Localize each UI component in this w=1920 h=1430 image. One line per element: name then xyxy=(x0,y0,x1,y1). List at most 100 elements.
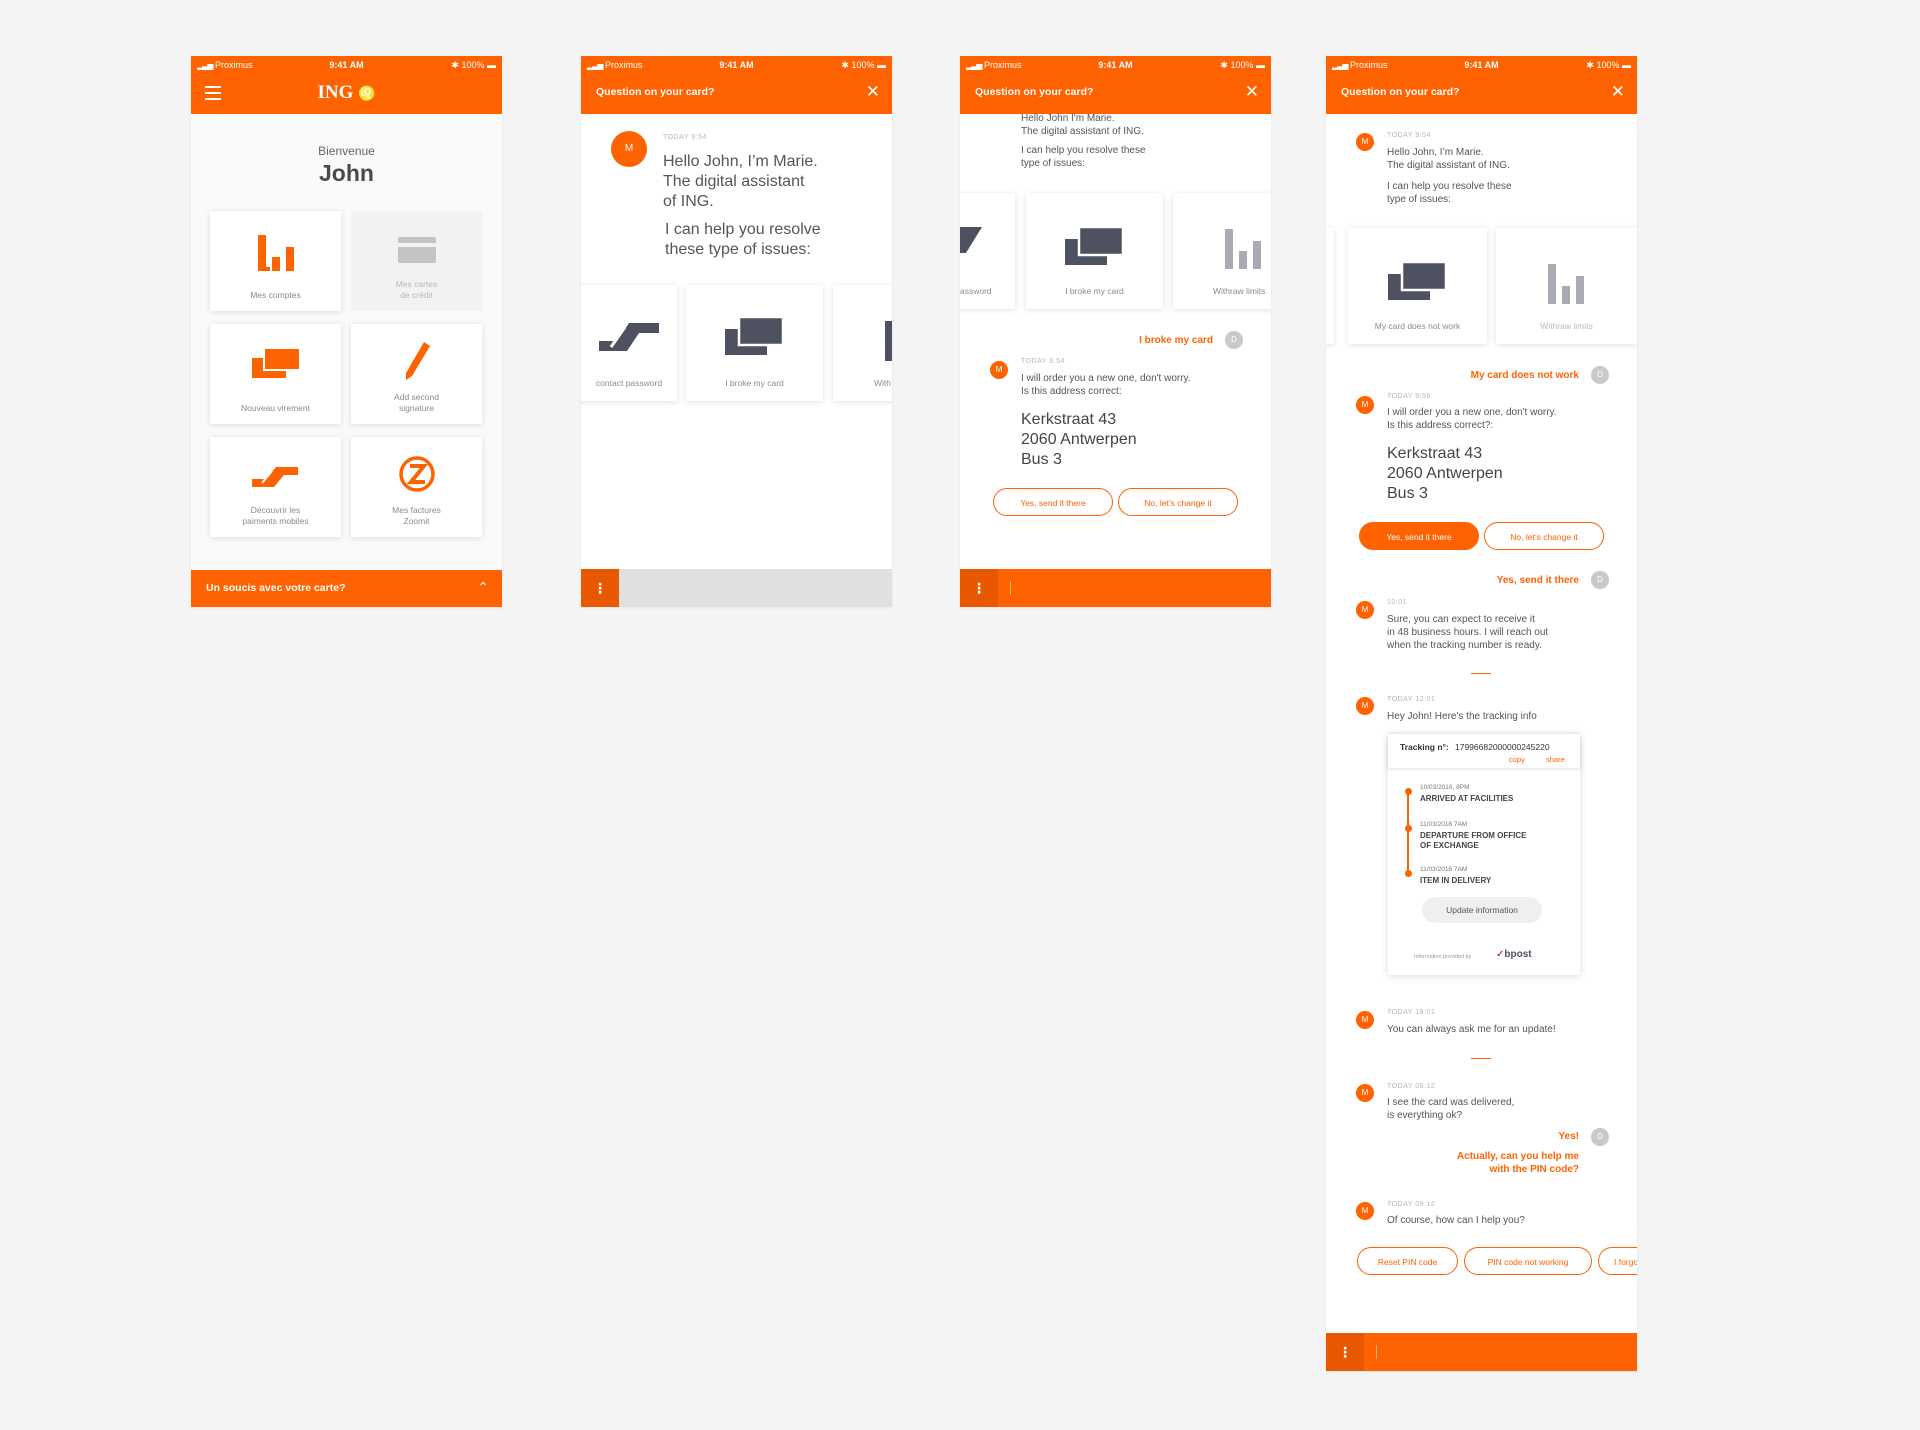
tile-label: Mes comptes xyxy=(250,290,301,300)
quick-reply-pin-not-working[interactable]: PIN code not working xyxy=(1464,1247,1592,1275)
no-change-button[interactable]: No, let’s change it xyxy=(1118,488,1238,516)
screen-chat-address: ▂▃▅ Proximus 9:41 AM ✱ 100% ▬ Question o… xyxy=(960,56,1271,607)
zoomit-icon xyxy=(398,456,435,492)
text-cursor xyxy=(1010,581,1011,595)
status-bar: ▂▃▅ Proximus 9:41 AM ✱ 100% ▬ xyxy=(191,56,502,74)
provided-by-text: Information provided by xyxy=(1414,954,1472,960)
yes-send-button[interactable]: Yes, send it there xyxy=(993,488,1113,516)
tracking-header: Tracking n°: 17996682000000245220 copy s… xyxy=(1388,734,1580,768)
yes-send-button[interactable]: Yes, send it there xyxy=(1359,522,1479,550)
share-link[interactable]: share xyxy=(1546,755,1565,764)
chat-input-bar[interactable]: ⋮ xyxy=(1326,1333,1637,1371)
assistant-avatar: M xyxy=(1356,601,1374,619)
tile-add-signature[interactable]: Add second signature xyxy=(351,324,482,424)
chat-input-bar[interactable]: ⋮ xyxy=(960,569,1271,607)
assistant-avatar: M xyxy=(1356,1011,1374,1029)
user-avatar: D xyxy=(1591,366,1609,384)
update-information-button[interactable]: Update information xyxy=(1422,897,1542,923)
close-icon[interactable]: ✕ xyxy=(1611,82,1625,102)
battery-icon: ▬ xyxy=(1622,60,1631,70)
user-reply: Yes! xyxy=(1558,1131,1579,1142)
assistant-message: You can always ask me for an update! xyxy=(1387,1024,1556,1035)
issue-card-password[interactable]: assword xyxy=(960,193,1015,309)
bar-chart-icon xyxy=(257,235,294,271)
user-reply: My card does not work xyxy=(1470,370,1579,381)
timeline-dot xyxy=(1405,788,1412,795)
issue-card-edge[interactable] xyxy=(1326,228,1334,344)
step-title: DEPARTURE FROM OFFICE OF EXCHANGE xyxy=(1420,831,1527,850)
screen-home: ▂▃▅ Proximus 9:41 AM ✱ 100% ▬ ING ♌ Bien… xyxy=(191,56,502,607)
issue-card-label: Withraw limits xyxy=(1540,321,1593,331)
copy-link[interactable]: copy xyxy=(1509,755,1525,764)
bluetooth-icon: ✱ xyxy=(1586,60,1594,70)
issue-card-withdraw[interactable]: With xyxy=(833,285,892,401)
close-icon[interactable]: ✕ xyxy=(1245,82,1259,102)
user-name: John xyxy=(319,160,374,186)
timeline-dot xyxy=(1405,825,1412,832)
quick-reply-forgot[interactable]: I forgo xyxy=(1598,1247,1637,1275)
issue-card-broke[interactable]: I broke my card xyxy=(1026,193,1163,309)
card-issue-label: Un soucis avec votre carte? xyxy=(206,582,346,594)
issue-card-not-work[interactable]: My card does not work xyxy=(1348,228,1487,344)
more-menu-icon[interactable]: ⋮ xyxy=(960,569,998,607)
step-title: ITEM IN DELIVERY xyxy=(1420,876,1492,885)
chat-input-bar[interactable]: ⋮ xyxy=(581,569,892,607)
screen-chat-start: ▂▃▅ Proximus 9:41 AM ✱ 100% ▬ Question o… xyxy=(581,56,892,607)
tile-label: Découvrir les paiments mobiles xyxy=(242,505,309,526)
credit-card-icon xyxy=(397,237,436,263)
delivery-address: Kerkstraat 43 2060 Antwerpen Bus 3 xyxy=(1021,411,1137,468)
more-menu-icon[interactable]: ⋮ xyxy=(1326,1333,1364,1371)
assistant-help-text: I can help you resolve these type of iss… xyxy=(1021,145,1146,169)
issue-card-password[interactable]: contact password xyxy=(581,285,677,401)
issue-card-withdraw[interactable]: Withraw limits xyxy=(1173,193,1271,309)
tile-label: Add second signature xyxy=(394,392,439,413)
card-issue-bar[interactable]: Un soucis avec votre carte? ⌃ xyxy=(191,570,502,607)
lion-icon: ♌ xyxy=(358,87,376,102)
tile-label: Nouveau virement xyxy=(241,403,310,413)
issue-card-label: I broke my card xyxy=(725,378,784,388)
step-date: 11/03/2018 7AM xyxy=(1420,866,1468,873)
battery-level: 100% xyxy=(1230,60,1254,70)
user-avatar: D xyxy=(1591,571,1609,589)
chat-title: Question on your card? xyxy=(975,86,1094,98)
message-timestamp: TODAY 09:12 xyxy=(1387,1201,1436,1208)
tile-mes-comptes[interactable]: Mes comptes xyxy=(210,211,341,311)
tile-label: Mes cartes de crédit xyxy=(395,279,438,300)
close-icon[interactable]: ✕ xyxy=(866,82,880,102)
issue-card-label: With xyxy=(874,378,891,388)
chat-header: Question on your card? ✕ xyxy=(1326,74,1637,114)
timeline-dot xyxy=(1405,870,1412,877)
chat-title: Question on your card? xyxy=(596,86,715,98)
assistant-message: I will order you a new one, don't worry.… xyxy=(1387,407,1557,431)
tile-mobile-payments[interactable]: Découvrir les paiments mobiles xyxy=(210,437,341,537)
quick-reply-reset-pin[interactable]: Reset PIN code xyxy=(1357,1247,1458,1275)
tile-nouveau-virement[interactable]: Nouveau virement xyxy=(210,324,341,424)
broken-card-icon xyxy=(1387,262,1447,300)
assistant-avatar: M xyxy=(1356,133,1374,151)
issue-card-broke[interactable]: I broke my card xyxy=(686,285,823,401)
message-timestamp: TODAY 9:54 xyxy=(1387,132,1431,139)
step-date: 11/03/2018 7AM xyxy=(1420,821,1468,828)
battery-icon: ▬ xyxy=(487,60,496,70)
tile-mes-cartes: Mes cartes de crédit xyxy=(351,211,482,311)
user-reply: I broke my card xyxy=(1139,335,1213,346)
transfer-cards-icon xyxy=(251,348,300,378)
message-timestamp: TODAY 9:54 xyxy=(663,134,707,141)
assistant-avatar: M xyxy=(611,131,647,167)
assistant-avatar: M xyxy=(1356,1202,1374,1220)
tile-zoomit[interactable]: Mes factures Zoomit xyxy=(351,437,482,537)
chat-title: Question on your card? xyxy=(1341,86,1460,98)
more-menu-icon[interactable]: ⋮ xyxy=(581,569,619,607)
tracking-card: Tracking n°: 17996682000000245220 copy s… xyxy=(1388,734,1580,975)
divider xyxy=(1471,673,1491,674)
assistant-avatar: M xyxy=(1356,396,1374,414)
message-timestamp: 10:01 xyxy=(1387,599,1408,606)
issue-card-label: assword xyxy=(960,286,992,296)
status-bar: ▂▃▅ Proximus 9:41 AM ✱ 100% ▬ xyxy=(581,56,892,74)
battery-level: 100% xyxy=(461,60,485,70)
timeline-line xyxy=(1407,791,1409,874)
no-change-button[interactable]: No, let’s change it xyxy=(1484,522,1604,550)
step-date: 10/03/2018, 8PM xyxy=(1420,784,1470,791)
battery-icon: ▬ xyxy=(877,60,886,70)
issue-card-withdraw[interactable]: Withraw limits xyxy=(1496,228,1637,344)
